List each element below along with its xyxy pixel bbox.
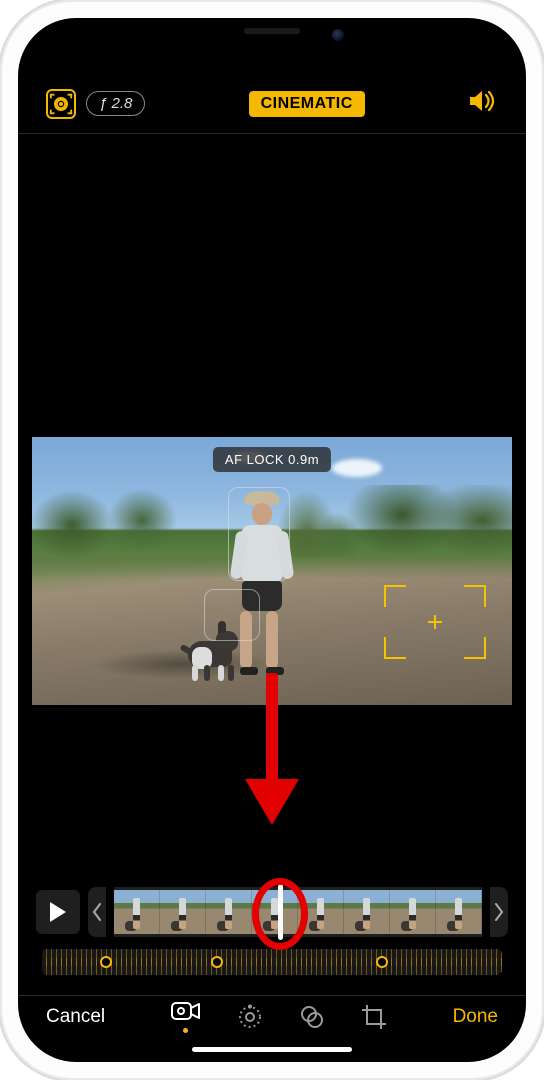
trim-handle-left[interactable] [88,887,106,937]
cancel-button[interactable]: Cancel [46,1006,105,1028]
focus-target-box[interactable] [384,585,486,659]
timeline-row [18,887,526,937]
depth-control-icon[interactable] [46,89,76,119]
video-frame[interactable]: AF LOCK 0.9m [32,437,512,705]
notch [158,18,386,52]
filmstrip-thumb[interactable] [114,890,160,934]
editor-top-bar: ƒ 2.8 CINEMATIC [18,88,526,134]
filmstrip-thumb[interactable] [206,890,252,934]
filmstrip-thumb[interactable] [160,890,206,934]
filmstrip-thumb[interactable] [390,890,436,934]
cinematic-mode-badge[interactable]: CINEMATIC [249,91,365,117]
focus-bracket-person[interactable] [228,487,290,581]
filmstrip-thumb[interactable] [344,890,390,934]
editor-bottom-bar: Cancel Done [18,995,526,1043]
home-indicator[interactable] [192,1047,352,1052]
af-lock-badge: AF LOCK 0.9m [213,447,331,472]
filmstrip-thumb[interactable] [436,890,482,934]
tool-adjust[interactable] [237,1004,263,1030]
focus-keyframe-marker[interactable] [100,956,112,968]
tool-crop[interactable] [361,1004,387,1030]
play-button[interactable] [36,890,80,934]
video-preview-area[interactable]: AF LOCK 0.9m [18,134,526,887]
focus-keyframe-marker[interactable] [211,956,223,968]
focus-keyframe-track[interactable] [42,949,502,975]
filmstrip[interactable] [114,887,482,937]
trim-handle-right[interactable] [490,887,508,937]
focus-bracket-dog[interactable] [204,589,260,641]
tool-video[interactable] [171,1000,201,1033]
filmstrip-thumb[interactable] [298,890,344,934]
active-indicator-dot [183,1028,188,1033]
playhead[interactable] [278,884,283,940]
tool-filters[interactable] [299,1004,325,1030]
phone-mockup-frame: ƒ 2.8 CINEMATIC [0,0,544,1080]
screen: ƒ 2.8 CINEMATIC [18,18,526,1062]
done-button[interactable]: Done [453,1006,498,1028]
volume-icon[interactable] [468,88,498,119]
aperture-button[interactable]: ƒ 2.8 [86,91,145,116]
aperture-label: ƒ 2.8 [99,95,132,112]
filmstrip-thumb[interactable] [252,890,298,934]
focus-keyframe-marker[interactable] [376,956,388,968]
